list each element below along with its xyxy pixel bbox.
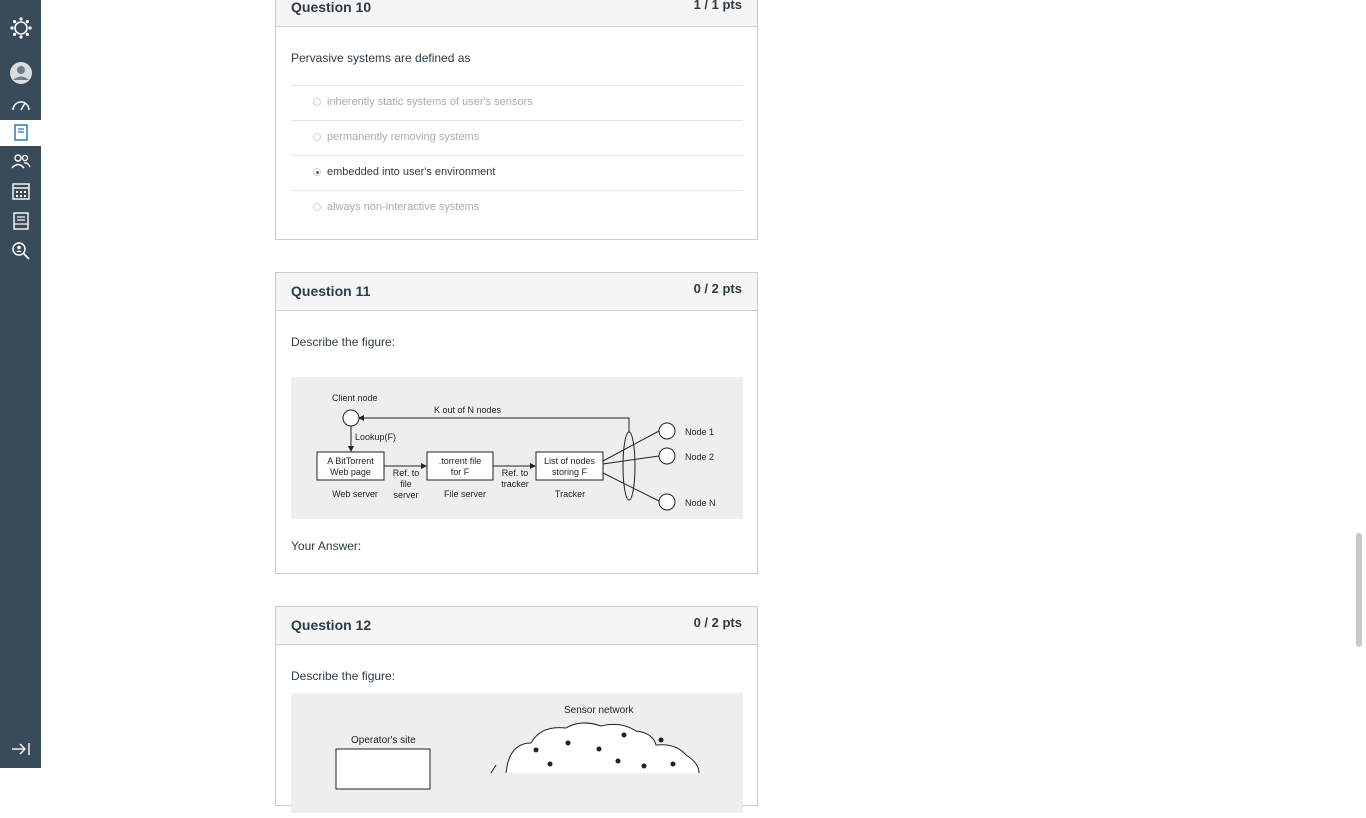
answer-option[interactable]: always non-interactive systems	[291, 190, 743, 225]
collapse-icon[interactable]	[0, 736, 41, 762]
radio-button[interactable]	[313, 133, 321, 141]
box-label: A BitTorrent	[327, 456, 374, 466]
question-title: Question 10	[291, 0, 372, 15]
box-label: for F	[451, 467, 470, 477]
question-header: Question 10 1 / 1 pts	[276, 0, 757, 27]
sensor-network-label: Sensor network	[564, 705, 634, 716]
node-label: Node 2	[685, 452, 714, 462]
dashboard-icon[interactable]	[0, 91, 41, 117]
operators-site-label: Operator's site	[351, 735, 416, 746]
question-12: Question 12 0 / 2 pts Describe the figur…	[275, 606, 758, 813]
question-points: 0 / 2 pts	[693, 615, 742, 630]
k-out-of-n-label: K out of N nodes	[434, 405, 502, 415]
answer-label: embedded into user's environment	[327, 166, 496, 178]
question-10: Question 10 1 / 1 pts Pervasive systems …	[275, 0, 758, 240]
question-text: Pervasive systems are defined as	[291, 51, 471, 65]
arrow-label: Ref. to	[393, 468, 420, 478]
logo-icon[interactable]	[0, 15, 41, 41]
answer-option[interactable]: permanently removing systems	[291, 120, 743, 155]
your-answer-label: Your Answer:	[291, 539, 362, 553]
question-points: 1 / 1 pts	[693, 0, 742, 12]
sensor-network-figure: Sensor network Operator's site	[291, 693, 743, 813]
radio-button[interactable]	[313, 203, 321, 211]
radio-button-selected[interactable]	[313, 168, 321, 176]
box-label: List of nodes	[544, 456, 596, 466]
arrow-label: file	[400, 479, 412, 489]
groups-icon[interactable]	[0, 148, 41, 174]
radio-button[interactable]	[313, 98, 321, 106]
question-11: Question 11 0 / 2 pts Describe the figur…	[275, 272, 758, 574]
bittorrent-figure: Client node K out of N nodes Lookup(F) A…	[291, 377, 743, 519]
node-n	[658, 493, 676, 511]
client-node	[342, 409, 360, 427]
question-header: Question 11 0 / 2 pts	[276, 273, 757, 311]
node-1	[658, 422, 676, 440]
server-label: Web server	[332, 489, 378, 499]
server-label: Tracker	[555, 489, 585, 499]
server-label: File server	[444, 489, 486, 499]
question-points: 0 / 2 pts	[693, 281, 742, 296]
question-header: Question 12 0 / 2 pts	[276, 607, 757, 645]
box-label: .torrent file	[439, 456, 482, 466]
box-label: storing F	[552, 467, 588, 477]
answer-option[interactable]: embedded into user's environment	[291, 155, 743, 190]
arrow-label: tracker	[501, 479, 529, 489]
answer-label: permanently removing systems	[327, 131, 480, 143]
answer-label: always non-interactive systems	[327, 201, 480, 213]
answer-list: inherently static systems of user's sens…	[291, 85, 743, 225]
client-node-label: Client node	[332, 393, 378, 403]
node-2	[658, 447, 676, 465]
global-navigation	[0, 0, 41, 768]
courses-icon[interactable]	[0, 120, 41, 146]
node-label: Node 1	[685, 427, 714, 437]
question-text: Describe the figure:	[291, 335, 396, 349]
answer-option[interactable]: inherently static systems of user's sens…	[291, 85, 743, 120]
page-scrollbar[interactable]	[1356, 533, 1362, 647]
inbox-icon[interactable]	[0, 208, 41, 234]
help-icon[interactable]	[0, 238, 41, 264]
lookup-label: Lookup(F)	[355, 432, 396, 442]
question-title: Question 11	[291, 283, 371, 299]
calendar-icon[interactable]	[0, 178, 41, 204]
node-label: Node N	[685, 498, 716, 508]
box-label: Web page	[330, 467, 371, 477]
account-icon[interactable]	[0, 60, 41, 86]
answer-label: inherently static systems of user's sens…	[327, 96, 533, 108]
arrow-label: Ref. to	[502, 468, 529, 478]
question-title: Question 12	[291, 617, 372, 633]
question-text: Describe the figure:	[291, 669, 396, 683]
arrow-label: server	[393, 490, 418, 500]
